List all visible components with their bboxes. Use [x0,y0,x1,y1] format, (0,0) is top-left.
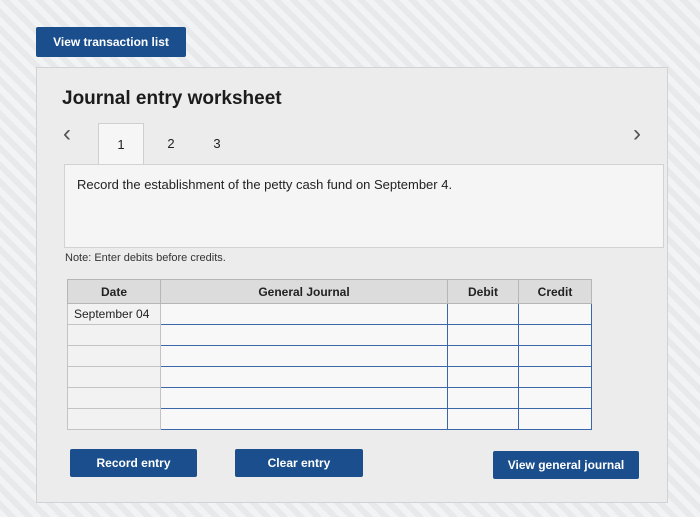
account-input[interactable] [160,387,448,409]
credit-input[interactable] [518,387,592,409]
clear-entry-button[interactable]: Clear entry [235,449,363,477]
header-date: Date [67,279,161,304]
date-cell [67,408,161,430]
chevron-left-icon[interactable]: ‹ [63,122,71,146]
date-cell [67,345,161,367]
tab-2[interactable]: 2 [149,123,193,163]
worksheet-title: Journal entry worksheet [62,88,282,109]
debit-input[interactable] [447,387,519,409]
debit-input[interactable] [447,324,519,346]
date-cell [67,366,161,388]
table-row [67,324,592,346]
tab-3[interactable]: 3 [195,123,239,163]
view-transaction-list-button[interactable]: View transaction list [36,27,186,57]
journal-table: Date General Journal Debit Credit Septem… [67,279,592,430]
date-cell: September 04 [67,303,161,325]
view-general-journal-button[interactable]: View general journal [493,451,639,479]
header-credit: Credit [518,279,592,304]
credit-input[interactable] [518,303,592,325]
debit-input[interactable] [447,366,519,388]
debit-input[interactable] [447,408,519,430]
account-input[interactable] [160,366,448,388]
instruction-text: Record the establishment of the petty ca… [77,177,453,192]
debit-input[interactable] [447,345,519,367]
note-text: Note: Enter debits before credits. [65,252,226,264]
account-input[interactable] [160,324,448,346]
date-cell [67,324,161,346]
instruction-panel: Record the establishment of the petty ca… [64,164,664,248]
account-input[interactable] [160,345,448,367]
account-input[interactable] [160,408,448,430]
credit-input[interactable] [518,345,592,367]
journal-entry-worksheet: Journal entry worksheet ‹ 1 2 3 › Record… [36,67,668,503]
table-row: September 04 [67,303,592,325]
table-row [67,408,592,430]
debit-input[interactable] [447,303,519,325]
record-entry-button[interactable]: Record entry [70,449,197,477]
date-cell [67,387,161,409]
table-row [67,345,592,367]
tab-1[interactable]: 1 [98,123,144,165]
table-row [67,366,592,388]
table-row [67,387,592,409]
credit-input[interactable] [518,408,592,430]
header-general-journal: General Journal [160,279,448,304]
account-input[interactable] [160,303,448,325]
chevron-right-icon[interactable]: › [633,122,641,146]
credit-input[interactable] [518,366,592,388]
header-debit: Debit [447,279,519,304]
credit-input[interactable] [518,324,592,346]
